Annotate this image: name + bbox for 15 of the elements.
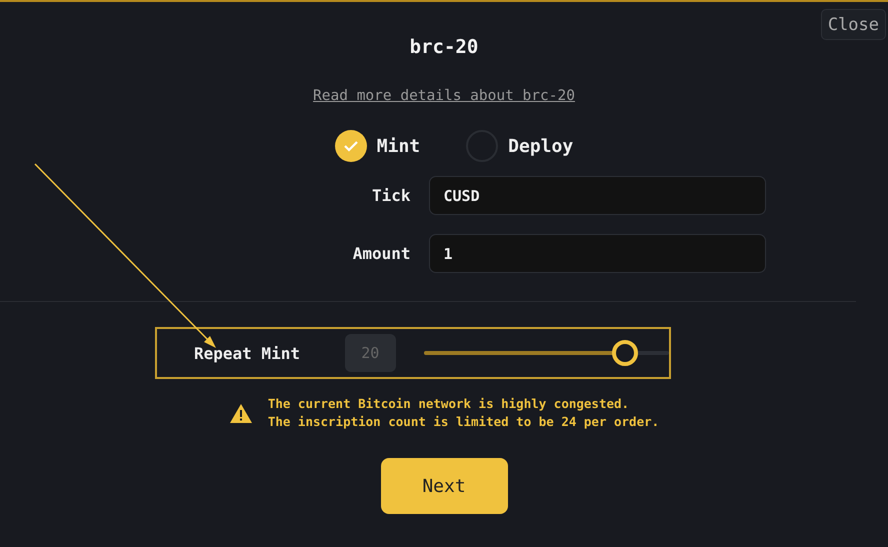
operation-radio[interactable]: Mint	[334, 130, 420, 162]
input-field[interactable]: CUSD	[428, 176, 766, 215]
close-button[interactable]: Close	[820, 9, 886, 40]
check-icon	[342, 140, 359, 152]
field-label: Tick	[370, 186, 410, 205]
details-link[interactable]: Read more details about brc-20	[313, 88, 575, 104]
next-button[interactable]: Next	[380, 458, 508, 514]
repeat-mint-label: Repeat Mint	[194, 344, 301, 362]
repeat-slider[interactable]	[424, 340, 670, 366]
operation-radio[interactable]: Deploy	[466, 130, 574, 162]
input-field[interactable]: 1	[428, 234, 766, 273]
field-label: Amount	[352, 244, 410, 263]
dialog-title: brc-20	[410, 36, 478, 58]
warning-icon	[228, 402, 253, 424]
warning-text: The current Bitcoin network is highly congested. The inscription count is limited to be 24 per order.	[268, 395, 660, 431]
